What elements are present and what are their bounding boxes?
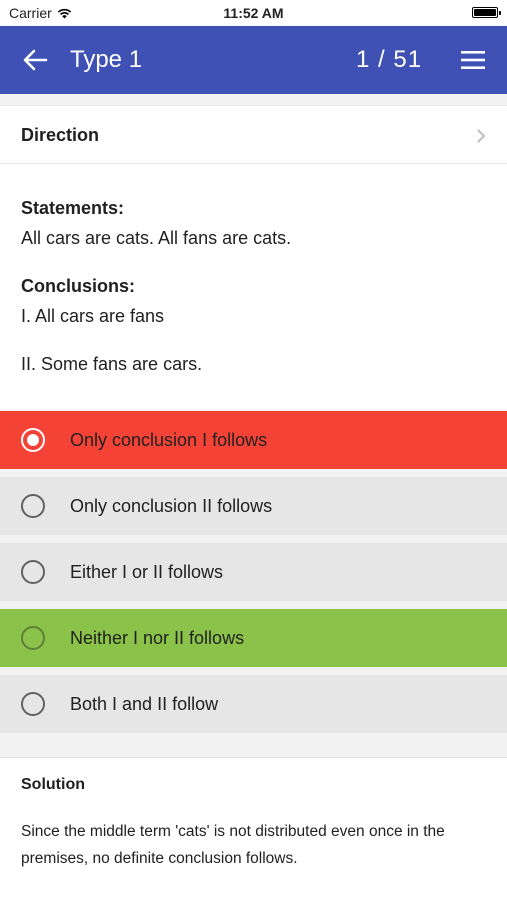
menu-icon[interactable] xyxy=(461,50,485,70)
option-5[interactable]: Both I and II follow xyxy=(0,675,507,733)
direction-row[interactable]: Direction xyxy=(0,105,507,164)
option-2[interactable]: Only conclusion II follows xyxy=(0,477,507,535)
conclusion-1: I. All cars are fans xyxy=(21,306,165,326)
solution-text: Since the middle term 'cats' is not dist… xyxy=(21,823,445,867)
option-label: Neither I nor II follows xyxy=(70,628,245,648)
app-bar: Type 1 1 / 51 xyxy=(0,26,507,94)
status-time: 11:52 AM xyxy=(223,5,284,21)
status-bar: Carrier 11:52 AM xyxy=(0,0,507,26)
back-arrow-icon[interactable] xyxy=(22,48,48,72)
radio-icon[interactable] xyxy=(21,494,45,518)
solution-card: Solution Since the middle term 'cats' is… xyxy=(0,757,507,900)
option-label: Both I and II follow xyxy=(70,694,219,714)
radio-icon[interactable] xyxy=(21,626,45,650)
solution-heading: Solution xyxy=(21,776,85,793)
option-4[interactable]: Neither I nor II follows xyxy=(0,609,507,667)
page-title: Type 1 xyxy=(70,46,143,73)
conclusions-heading: Conclusions: xyxy=(21,276,136,296)
conclusion-2: II. Some fans are cars. xyxy=(21,354,203,374)
statements-heading: Statements: xyxy=(21,198,125,218)
radio-icon[interactable] xyxy=(21,692,45,716)
radio-selected-icon[interactable] xyxy=(21,428,45,452)
option-label: Only conclusion I follows xyxy=(70,430,268,450)
statements-text: All cars are cats. All fans are cats. xyxy=(21,228,292,248)
question-counter: 1 / 51 xyxy=(356,46,423,73)
direction-label: Direction xyxy=(21,125,100,145)
option-label: Either I or II follows xyxy=(70,562,224,582)
question-card: Statements: All cars are cats. All fans … xyxy=(0,164,507,410)
radio-icon[interactable] xyxy=(21,560,45,584)
chevron-right-icon xyxy=(477,129,486,143)
option-1[interactable]: Only conclusion I follows xyxy=(0,411,507,469)
battery-icon xyxy=(472,7,501,18)
option-3[interactable]: Either I or II follows xyxy=(0,543,507,601)
option-label: Only conclusion II follows xyxy=(70,496,273,516)
